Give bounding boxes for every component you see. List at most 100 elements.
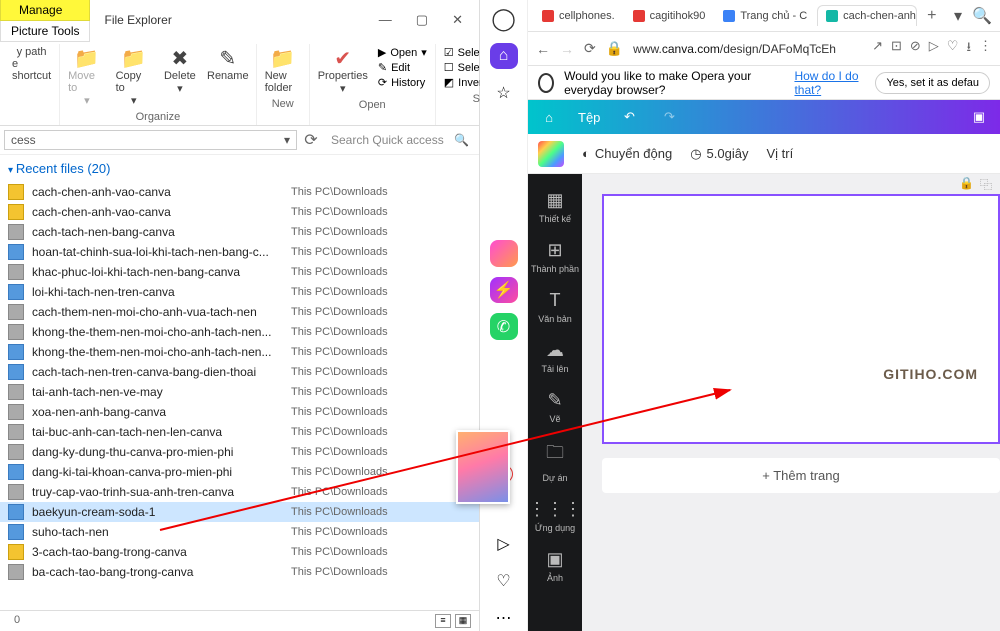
lock-page-icon[interactable]: 🔒 <box>959 176 974 193</box>
add-page-button[interactable]: + Thêm trang <box>602 458 1000 493</box>
file-row[interactable]: cach-tach-nen-bang-canvaThis PC\Download… <box>0 222 479 242</box>
opera-logo-icon[interactable]: ◯ <box>490 6 518 33</box>
open-group-label: Open <box>359 99 386 111</box>
url-bar[interactable]: www.canva.com/design/DAFoMqTcEh <box>633 42 862 56</box>
file-row[interactable]: cach-tach-nen-tren-canva-bang-dien-thoai… <box>0 362 479 382</box>
open-button[interactable]: ▶Open ▾ <box>378 46 427 59</box>
new-tab-button[interactable]: + <box>919 7 944 25</box>
file-row[interactable]: dang-ki-tai-khoan-canva-pro-mien-phiThis… <box>0 462 479 482</box>
canva-side-item[interactable]: 🗀Dự án <box>528 432 582 491</box>
canva-side-item[interactable]: TVăn bản <box>528 282 582 332</box>
history-button[interactable]: ⟳History <box>378 76 427 89</box>
file-row[interactable]: khong-the-them-nen-moi-cho-anh-tach-nen.… <box>0 322 479 342</box>
minimize-button[interactable]: — <box>379 12 392 28</box>
side-label: Văn bản <box>538 314 572 324</box>
refresh-button[interactable]: ⟳ <box>303 130 319 150</box>
rename-button[interactable]: ✎Rename <box>204 44 252 109</box>
tab-title: cellphones. <box>559 10 615 22</box>
block-icon[interactable]: ⊘ <box>910 38 921 60</box>
prompt-how-link[interactable]: How do I do that? <box>794 69 865 97</box>
canva-side-item[interactable]: ▦Thiết kế <box>528 182 582 232</box>
file-row[interactable]: cach-them-nen-moi-cho-anh-vua-tach-nenTh… <box>0 302 479 322</box>
copy-to-button[interactable]: 📁Copy to▾ <box>112 44 156 109</box>
maximize-button[interactable]: ▢ <box>416 12 428 28</box>
extensions-icon[interactable]: ▾ <box>954 6 962 26</box>
file-row[interactable]: tai-buc-anh-can-tach-nen-len-canvaThis P… <box>0 422 479 442</box>
whatsapp-icon[interactable]: ✆ <box>490 313 518 340</box>
file-row[interactable]: 3-cach-tao-bang-trong-canvaThis PC\Downl… <box>0 542 479 562</box>
canva-side-item[interactable]: ✎Vẽ <box>528 382 582 432</box>
tab-manage[interactable]: Manage <box>0 0 90 21</box>
file-row[interactable]: cach-chen-anh-vao-canvaThis PC\Downloads <box>0 182 479 202</box>
canva-file-menu[interactable]: Tệp <box>578 110 600 125</box>
search-input[interactable]: Search Quick access🔍 <box>325 130 475 150</box>
file-row[interactable]: suho-tach-nenThis PC\Downloads <box>0 522 479 542</box>
player-icon[interactable]: ▷ <box>490 531 518 558</box>
undo-button[interactable]: ↶ <box>618 106 640 128</box>
edit-button[interactable]: ✎Edit <box>378 61 427 74</box>
file-row[interactable]: khac-phuc-loi-khi-tach-nen-bang-canvaThi… <box>0 262 479 282</box>
file-row[interactable]: xoa-nen-anh-bang-canvaThis PC\Downloads <box>0 402 479 422</box>
file-row[interactable]: loi-khi-tach-nen-tren-canvaThis PC\Downl… <box>0 282 479 302</box>
file-row[interactable]: khong-the-them-nen-moi-cho-anh-tach-nen.… <box>0 342 479 362</box>
play-icon[interactable]: ▷ <box>929 38 939 60</box>
set-default-button[interactable]: Yes, set it as defau <box>875 72 990 94</box>
canva-home-icon[interactable]: ⌂ <box>538 106 560 128</box>
browser-tab[interactable]: cach-chen-anh-vao-ca <box>817 5 917 26</box>
file-list[interactable]: cach-chen-anh-vao-canvaThis PC\Downloads… <box>0 182 479 610</box>
view-thumbnails-button[interactable]: ▦ <box>455 614 471 628</box>
camera-icon[interactable]: ⊡ <box>891 38 902 60</box>
heart-icon[interactable]: ♡ <box>490 568 518 595</box>
search-tab-icon[interactable]: 🔍 <box>972 6 992 26</box>
new-folder-button[interactable]: 📁New folder <box>261 44 305 96</box>
aria-icon[interactable] <box>490 240 518 267</box>
canva-side-item[interactable]: ▣Ảnh <box>528 541 582 591</box>
messenger-icon[interactable]: ⚡ <box>490 277 518 304</box>
file-path: This PC\Downloads <box>291 366 471 378</box>
file-row[interactable]: dang-ky-dung-thu-canva-pro-mien-phiThis … <box>0 442 479 462</box>
tab-picture-tools[interactable]: Picture Tools <box>0 21 90 42</box>
view-details-button[interactable]: ≡ <box>435 614 451 628</box>
file-row[interactable]: cach-chen-anh-vao-canvaThis PC\Downloads <box>0 202 479 222</box>
file-row[interactable]: baekyun-cream-soda-1This PC\Downloads <box>0 502 479 522</box>
file-name: cach-them-nen-moi-cho-anh-vua-tach-nen <box>32 305 291 319</box>
copy-page-icon[interactable]: ⿻ <box>980 176 992 193</box>
menu-icon[interactable]: ⋯ <box>490 604 518 631</box>
bookmark-star-icon[interactable]: ☆ <box>490 79 518 106</box>
position-option[interactable]: Vị trí <box>766 146 793 161</box>
file-row[interactable]: ba-cach-tao-bang-trong-canvaThis PC\Down… <box>0 562 479 582</box>
menu-dots-icon[interactable]: ⋮ <box>979 38 992 60</box>
motion-option[interactable]: ◐Chuyển động <box>582 146 672 161</box>
download-icon[interactable]: ⭳ <box>966 38 971 60</box>
canva-side-item[interactable]: ⋮⋮⋮Ứng dụng <box>528 491 582 541</box>
address-bar[interactable]: cess▾ <box>4 130 297 150</box>
close-button[interactable]: ✕ <box>452 12 463 28</box>
heart-outline-icon[interactable]: ♡ <box>947 38 959 60</box>
redo-button[interactable]: ↷ <box>658 106 680 128</box>
reload-button[interactable]: ⟳ <box>584 40 596 57</box>
dragged-image-thumbnail[interactable] <box>456 430 510 504</box>
canva-topbar: ⌂ Tệp ↶ ↷ ▣ <box>528 100 1000 134</box>
canvas-page[interactable]: 🔒⿻ GITIHO.COM <box>602 194 1000 444</box>
home-button[interactable]: ⌂ <box>490 43 518 70</box>
file-row[interactable]: tai-anh-tach-nen-ve-mayThis PC\Downloads <box>0 382 479 402</box>
forward-button[interactable]: → <box>560 41 574 57</box>
browser-tab[interactable]: cellphones. <box>534 5 623 26</box>
back-button[interactable]: ← <box>536 41 550 57</box>
timing-option[interactable]: ◷5.0giây <box>690 146 748 162</box>
color-swatch[interactable] <box>538 141 564 167</box>
browser-tab[interactable]: cagitihok90 <box>625 5 714 26</box>
file-row[interactable]: hoan-tat-chinh-sua-loi-khi-tach-nen-bang… <box>0 242 479 262</box>
canva-side-item[interactable]: ☁Tải lên <box>528 332 582 382</box>
file-icon <box>8 384 24 400</box>
delete-button[interactable]: ✖Delete▾ <box>158 44 202 109</box>
canvas-area[interactable]: 🔒⿻ GITIHO.COM + Thêm trang <box>582 174 1000 631</box>
canva-side-item[interactable]: ⊞Thành phần <box>528 232 582 282</box>
copy-path-button[interactable]: y pathe shortcut <box>8 44 55 84</box>
recent-files-header[interactable]: Recent files (20) <box>0 155 479 182</box>
browser-tab[interactable]: Trang chủ - C <box>715 5 815 26</box>
share-icon[interactable]: ↗ <box>872 38 883 60</box>
properties-button[interactable]: ✔Properties▾ <box>314 44 372 97</box>
file-row[interactable]: truy-cap-vao-trinh-sua-anh-tren-canvaThi… <box>0 482 479 502</box>
present-icon[interactable]: ▣ <box>968 106 990 128</box>
